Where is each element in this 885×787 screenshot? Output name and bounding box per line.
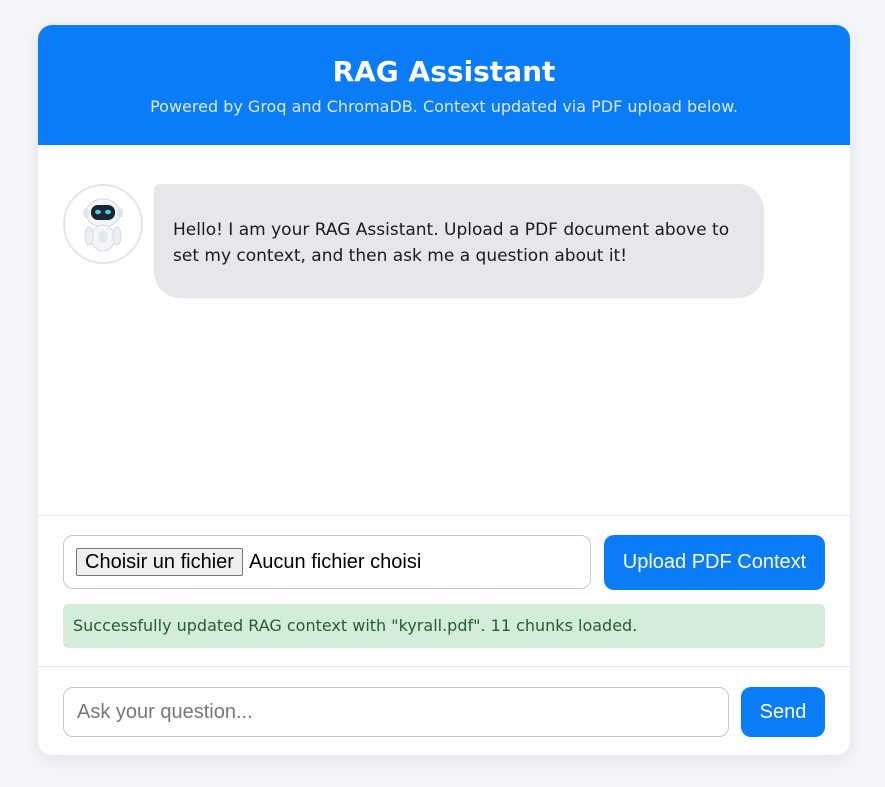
page-title: RAG Assistant <box>332 55 556 88</box>
upload-pdf-button[interactable]: Upload PDF Context <box>604 535 825 590</box>
question-bar: Send <box>38 667 850 755</box>
send-button[interactable]: Send <box>741 687 825 737</box>
choose-file-button[interactable]: Choisir un fichier <box>76 548 243 576</box>
page-subtitle: Powered by Groq and ChromaDB. Context up… <box>150 97 738 116</box>
file-status-label: Aucun fichier choisi <box>248 550 422 573</box>
robot-icon <box>63 184 143 264</box>
header: RAG Assistant Powered by Groq and Chroma… <box>38 25 850 145</box>
upload-success-message: Successfully updated RAG context with "k… <box>63 604 825 648</box>
question-input[interactable] <box>63 687 729 737</box>
assistant-message-bubble: Hello! I am your RAG Assistant. Upload a… <box>154 184 764 298</box>
chat-card: RAG Assistant Powered by Groq and Chroma… <box>38 25 850 755</box>
chat-area[interactable]: Hello! I am your RAG Assistant. Upload a… <box>38 145 850 516</box>
robot-avatar-graphic <box>83 198 123 252</box>
file-input[interactable]: Choisir un fichier Aucun fichier choisi <box>63 535 591 589</box>
upload-section: Choisir un fichier Aucun fichier choisi … <box>38 516 850 667</box>
